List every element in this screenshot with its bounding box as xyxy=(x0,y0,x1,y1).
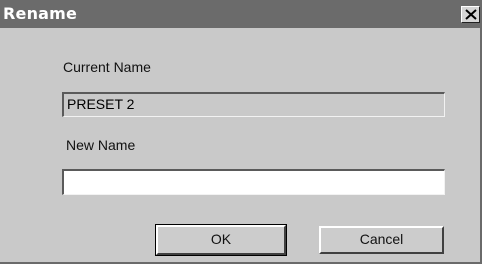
ok-button[interactable]: OK xyxy=(155,224,287,256)
dialog-title: Rename xyxy=(3,4,78,23)
cancel-button[interactable]: Cancel xyxy=(319,226,444,254)
new-name-label: New Name xyxy=(66,137,136,153)
current-name-field: PRESET 2 xyxy=(62,92,445,117)
title-bar[interactable]: Rename xyxy=(0,0,482,28)
rename-dialog: Rename Current Name PRESET 2 New Name OK… xyxy=(0,0,482,264)
close-button[interactable] xyxy=(461,6,480,23)
new-name-input[interactable] xyxy=(62,169,445,195)
close-icon xyxy=(465,9,477,20)
current-name-label: Current Name xyxy=(63,59,151,75)
